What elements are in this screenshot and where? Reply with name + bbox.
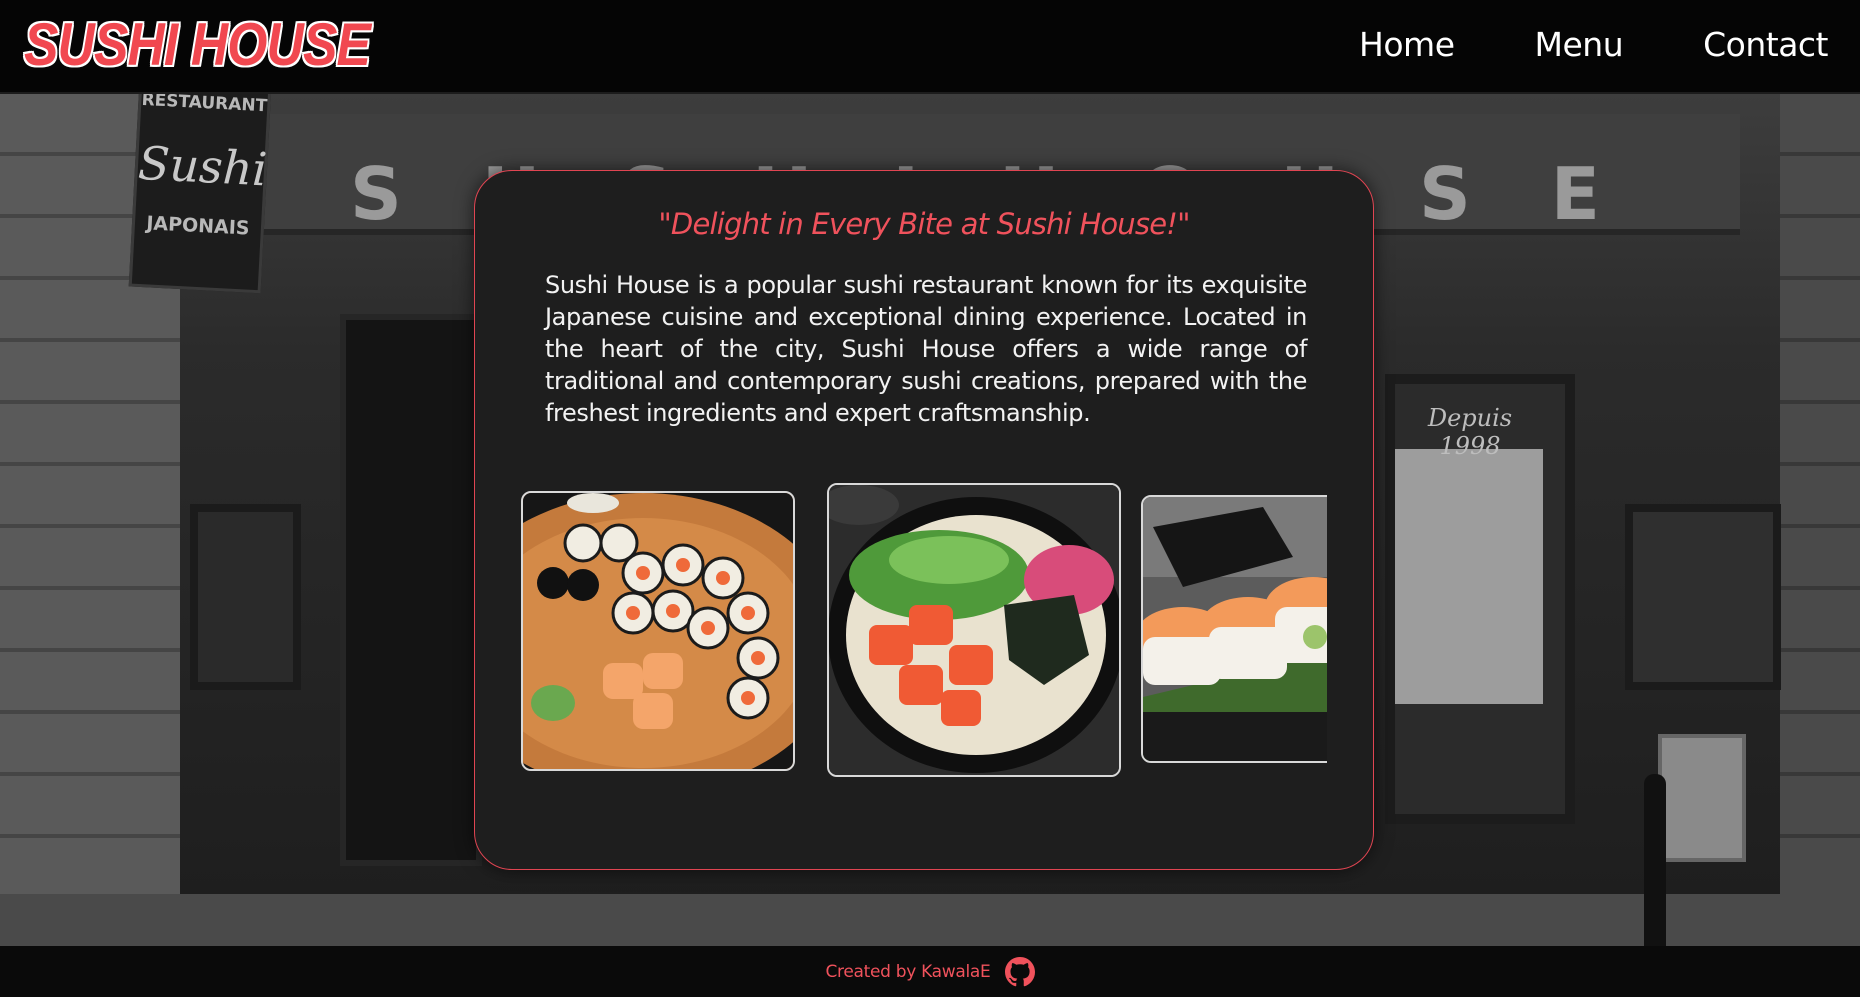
sign-main-text: Sushi [136, 135, 269, 197]
facade-letter: E [1550, 152, 1600, 236]
hanging-sign: RESTAURANT Sushi JAPONAIS [128, 94, 272, 294]
poke-bowl-image [829, 485, 1119, 775]
nav-menu-link[interactable]: Menu [1535, 25, 1624, 64]
window-script: Depuis 1998 [1427, 404, 1513, 460]
nav-home-link[interactable]: Home [1359, 25, 1455, 64]
restaurant-description: Sushi House is a popular sushi restauran… [545, 271, 1307, 427]
storefront-window-left [190, 504, 301, 690]
site-footer: Created by KawalaE [0, 946, 1860, 997]
sign-bottom-text: JAPONAIS [145, 212, 251, 240]
gallery-photo-poke-bowl[interactable] [827, 483, 1121, 777]
facade-letter: S [350, 152, 402, 236]
tagline: "Delight in Every Bite at Sushi House!" [658, 207, 1190, 241]
stone-wall-right [1780, 94, 1860, 946]
storefront-door [340, 314, 482, 866]
utility-box [1658, 734, 1746, 862]
sign-top-text: RESTAURANT [141, 94, 268, 117]
sidewalk [0, 894, 1860, 946]
menu-board [1395, 449, 1543, 704]
about-card: "Delight in Every Bite at Sushi House!" … [474, 170, 1374, 870]
storefront-window-right [1625, 504, 1781, 690]
site-logo[interactable]: SUSHI HOUSE [24, 6, 371, 84]
nav-contact-link[interactable]: Contact [1703, 25, 1828, 64]
gallery-photo-sushi-rolls[interactable] [521, 491, 795, 771]
sushi-rolls-image [523, 493, 793, 769]
salmon-rolls-image [1143, 497, 1327, 761]
bollard [1644, 774, 1666, 946]
github-icon[interactable] [1004, 956, 1035, 987]
photo-carousel[interactable] [521, 481, 1327, 781]
site-header: SUSHI HOUSE Home Menu Contact [0, 0, 1860, 94]
facade-letter: S [1418, 152, 1471, 236]
main-nav: Home Menu Contact [1359, 0, 1828, 88]
footer-credit: Created by KawalaE [825, 961, 991, 982]
gallery-photo-salmon-rolls[interactable] [1141, 495, 1327, 763]
